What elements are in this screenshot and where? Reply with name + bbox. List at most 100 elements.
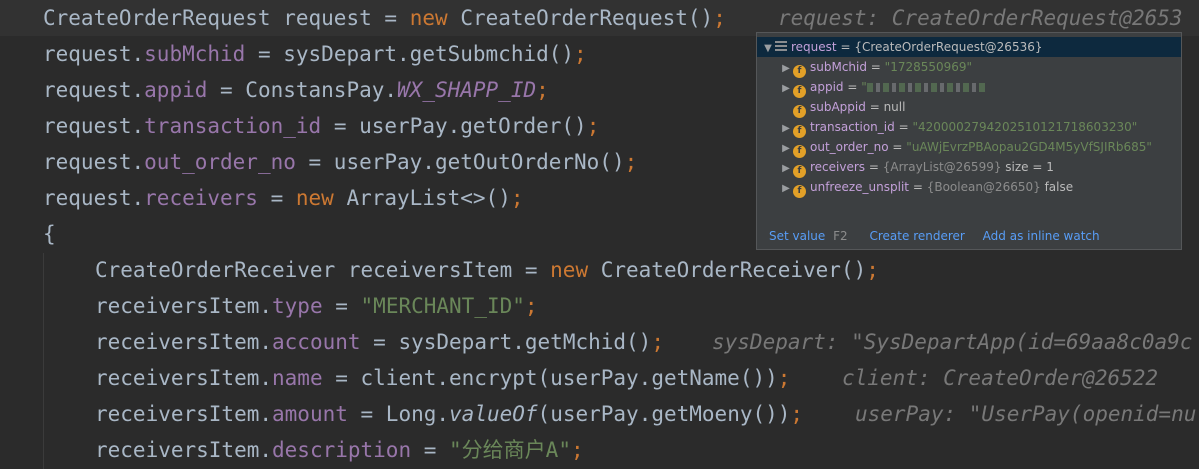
chevron-right-icon[interactable]: ▶ [779, 59, 793, 79]
field-name: subAppid [810, 100, 866, 114]
field-name: amount [272, 402, 348, 426]
field-name: transaction_id [144, 114, 322, 138]
code-line-1[interactable]: CreateOrderRequest request = new CreateO… [43, 0, 726, 36]
semicolon: ; [586, 114, 600, 138]
field-name: appid [144, 78, 208, 102]
chevron-right-icon[interactable]: ▶ [779, 79, 793, 99]
code-line-5[interactable]: request.out_order_no = userPay.getOutOrd… [43, 144, 637, 180]
field-value: {ArrayList@26599} [882, 160, 1002, 174]
field-name: out_order_no [810, 140, 889, 154]
semicolon: ; [651, 330, 664, 354]
code-line-9[interactable]: receiversItem.type = "MERCHANT_ID"; [95, 288, 538, 324]
code-line-12[interactable]: receiversItem.amount = Long.valueOf(user… [95, 396, 803, 432]
static-field: WX_SHAPP_ID [397, 78, 537, 102]
tree-row-receivers[interactable]: ▶ f receivers = {ArrayList@26599} size = 1 [779, 157, 1054, 179]
field-name: description [272, 438, 412, 462]
field-value: {Boolean@26650} [926, 180, 1041, 194]
static-method: valueOf [449, 402, 538, 426]
expression: = Long. [347, 402, 450, 426]
operator: = [322, 294, 361, 318]
operator: = [384, 6, 398, 30]
chevron-right-icon[interactable]: ▶ [779, 159, 793, 179]
chevron-down-icon[interactable]: ▼ [761, 39, 775, 59]
field-name: out_order_no [144, 150, 296, 174]
expression: = userPay.getOrder() [321, 114, 587, 138]
semicolon: ; [570, 438, 584, 462]
field-extra: false [1040, 180, 1074, 194]
expression: = ConstansPay. [207, 78, 398, 102]
field-name: name [272, 366, 323, 390]
object-ref: receiversItem. [95, 402, 273, 426]
code-line-8[interactable]: CreateOrderReceiver receiversItem = new … [95, 252, 879, 288]
chevron-right-icon[interactable]: ▶ [779, 119, 793, 139]
tree-row-transaction-id[interactable]: ▶ f transaction_id = "42000027942025101217… [779, 117, 1137, 139]
expression: (userPay.getMoeny()) [537, 402, 791, 426]
expression: = userPay.getOutOrderNo() [295, 150, 625, 174]
object-ref: receiversItem. [95, 438, 273, 462]
semicolon: ; [574, 42, 587, 66]
expression: = client.encrypt(userPay.getName()) [322, 366, 778, 390]
constructor-call: CreateOrderReceiver() [588, 258, 867, 282]
add-inline-watch-button[interactable]: Add as inline watch [983, 229, 1100, 243]
field-icon: f [793, 185, 806, 198]
object-icon [775, 41, 787, 52]
redacted-value [866, 83, 987, 92]
expression: = sysDepart.getSubmchid() [245, 42, 575, 66]
field-name: type [272, 294, 323, 318]
inline-debug-hint-sysdepart: sysDepart: "SysDepartApp(id=69aa8c0a9c [712, 330, 1193, 354]
field-name: transaction_id [810, 120, 895, 134]
tree-row-appid[interactable]: ▶ f appid = " [779, 77, 987, 99]
code-line-6[interactable]: request.receivers = new ArrayList<>(); [43, 180, 524, 216]
object-ref: receiversItem. [95, 330, 273, 354]
tree-root-value: = {CreateOrderRequest@26536} [840, 40, 1043, 54]
equals: = [865, 160, 883, 174]
equals: = [888, 140, 907, 154]
semicolon: ; [777, 366, 791, 390]
chevron-right-icon[interactable]: ▶ [779, 179, 793, 199]
object-ref: request. [43, 186, 145, 210]
code-editor[interactable]: CreateOrderRequest request = new CreateO… [0, 0, 1199, 469]
declaration: CreateOrderReceiver receiversItem = [95, 258, 551, 282]
expression: = sysDepart.getMchid() [360, 330, 652, 354]
equals: = [865, 100, 884, 114]
code-line-11[interactable]: receiversItem.name = client.encrypt(user… [95, 360, 790, 396]
semicolon: ; [510, 186, 524, 210]
tree-row-unfreeze-unsplit[interactable]: ▶ f unfreeze_unsplit = {Boolean@26650} fal… [779, 177, 1074, 199]
object-ref: request. [43, 78, 145, 102]
tree-row-subappid[interactable]: f subAppid = null [779, 97, 906, 118]
tree-root-request[interactable]: ▼ request = {CreateOrderRequest@26536} [757, 37, 1181, 57]
debug-value-popup[interactable]: ▼ request = {CreateOrderRequest@26536} ▶ f… [756, 32, 1182, 250]
semicolon: ; [624, 150, 638, 174]
string-literal: "MERCHANT_ID" [360, 294, 525, 318]
equals: = [866, 60, 885, 74]
keyword: new [295, 186, 334, 210]
object-ref: request. [43, 114, 145, 138]
equals: = [843, 80, 862, 94]
operator: = [411, 438, 450, 462]
field-name: subMchid [144, 42, 246, 66]
code-line-10[interactable]: receiversItem.account = sysDepart.getMch… [95, 324, 664, 360]
code-line-7[interactable]: { [43, 216, 56, 252]
code-line-13[interactable]: receiversItem.description = "分给商户A"; [95, 432, 584, 468]
create-renderer-button[interactable]: Create renderer [870, 229, 965, 243]
popup-footer: Set value F2 Create renderer Add as inli… [757, 223, 1181, 249]
field-name: subMchid [810, 60, 867, 74]
operator: = [257, 186, 296, 210]
set-value-button[interactable]: Set value [769, 229, 825, 243]
variable-name: request [283, 6, 372, 30]
constructor-call: CreateOrderRequest() [460, 6, 714, 30]
tree-row-submchid[interactable]: ▶ f subMchid = "1728550969" [779, 57, 972, 79]
keyword: new [550, 258, 589, 282]
object-ref: receiversItem. [95, 366, 273, 390]
code-line-2[interactable]: request.subMchid = sysDepart.getSubmchid… [43, 36, 587, 72]
inline-debug-hint-userpay: userPay: "UserPay(openid=nu [855, 402, 1197, 426]
semicolon: ; [524, 294, 538, 318]
set-value-shortcut: F2 [833, 229, 848, 243]
indent-guide [43, 253, 44, 469]
field-value: null [883, 100, 906, 114]
code-line-3[interactable]: request.appid = ConstansPay.WX_SHAPP_ID; [43, 72, 549, 108]
semicolon: ; [536, 78, 549, 102]
chevron-right-icon[interactable]: ▶ [779, 139, 793, 159]
tree-row-out-order-no[interactable]: ▶ f out_order_no = "uAWjEvrzPBAopau2GD4M5y… [779, 137, 1152, 159]
code-line-4[interactable]: request.transaction_id = userPay.getOrde… [43, 108, 599, 144]
